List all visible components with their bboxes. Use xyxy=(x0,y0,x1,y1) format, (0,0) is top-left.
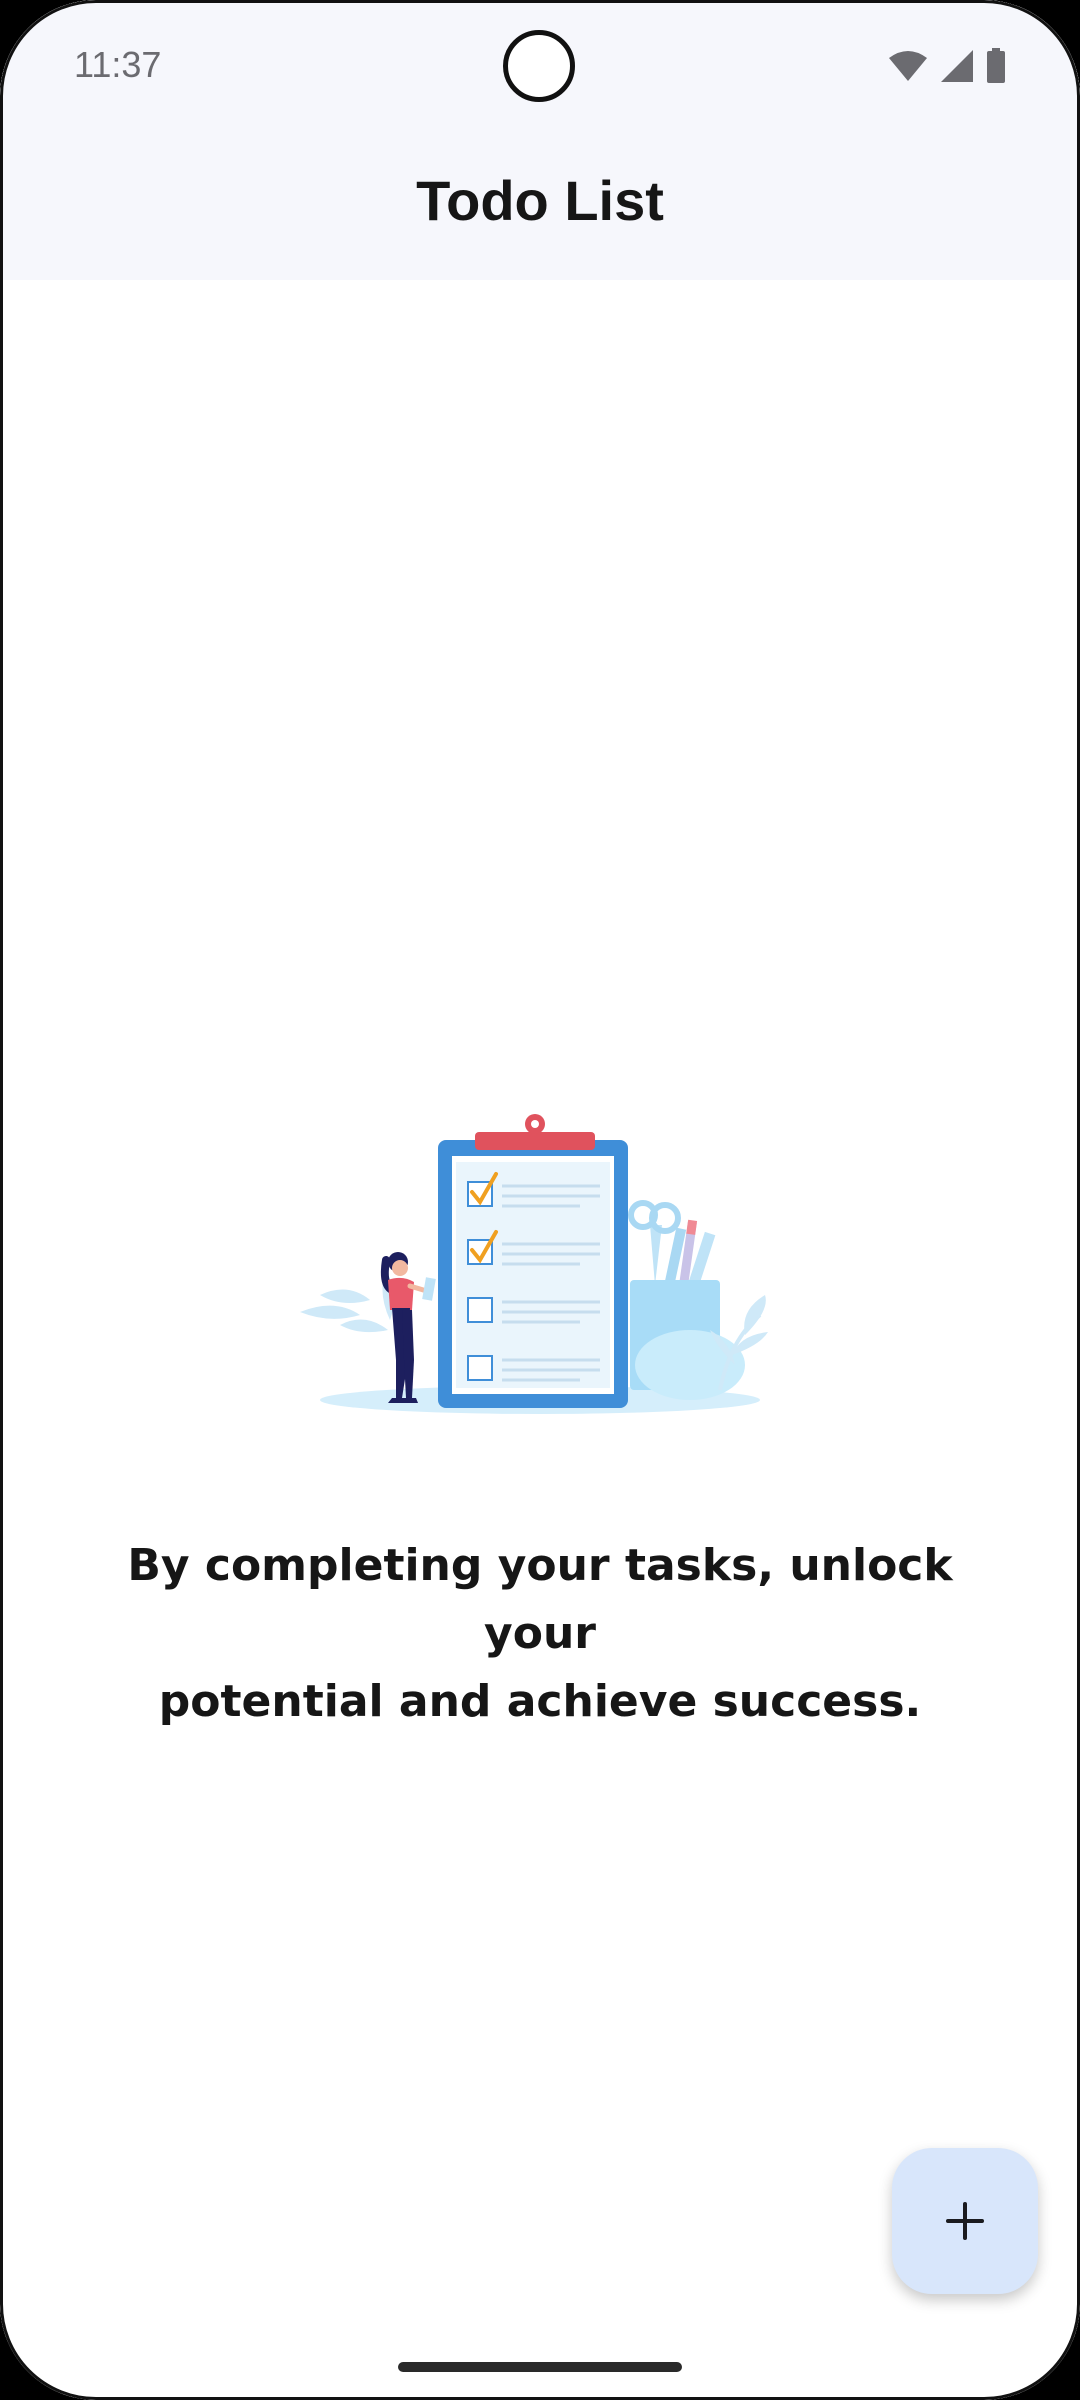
status-bar: 11:37 xyxy=(0,0,1080,130)
add-task-button[interactable] xyxy=(892,2148,1038,2294)
clipboard-checklist-illustration xyxy=(300,1114,768,1414)
status-icons xyxy=(888,48,1006,84)
front-camera xyxy=(503,30,575,102)
battery-icon xyxy=(987,48,1005,83)
empty-state-message-line2: potential and achieve success. xyxy=(158,1676,922,1727)
page-title: Todo List xyxy=(416,169,664,232)
empty-state-message: By completing your tasks, unlock your po… xyxy=(90,1532,990,1736)
plus-icon xyxy=(946,2202,984,2240)
app-bar: 11:37 Todo List xyxy=(0,0,1080,280)
wifi-icon xyxy=(889,51,927,81)
phone-screen: 11:37 Todo List By completing your tasks… xyxy=(0,0,1080,2400)
signal-icon xyxy=(941,50,973,82)
status-time: 11:37 xyxy=(74,44,162,85)
empty-state-message-line1: By completing your tasks, unlock your xyxy=(127,1540,953,1659)
home-indicator[interactable] xyxy=(398,2362,682,2372)
